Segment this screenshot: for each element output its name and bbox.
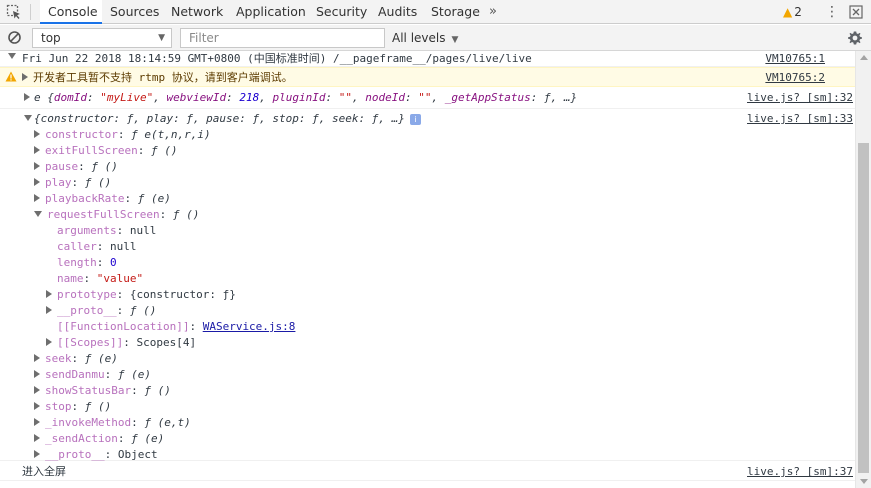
warning-text: 开发者工具暂不支持 rtmp 协议，请到客户端调试。 bbox=[33, 71, 293, 84]
fs-name: name: "value" bbox=[57, 272, 144, 285]
expand-triangle-icon bbox=[34, 162, 40, 170]
expand-triangle-icon bbox=[34, 370, 40, 378]
log-levels-value: All levels bbox=[392, 31, 446, 45]
fs-length: length: 0 bbox=[57, 256, 117, 269]
fs-arguments: arguments: null bbox=[57, 224, 157, 237]
console-toolbar: top ▼ All levels ▼ bbox=[0, 25, 871, 51]
inspect-element-icon[interactable] bbox=[6, 4, 22, 20]
source-link[interactable]: VM10765:1 bbox=[765, 51, 825, 67]
warning-counter[interactable]: ▲ 2 bbox=[783, 0, 802, 24]
console-scrollbar[interactable] bbox=[855, 51, 871, 488]
clear-console-icon[interactable] bbox=[7, 30, 22, 45]
prop-exit-full-screen[interactable]: exitFullScreen: ƒ () bbox=[34, 143, 177, 159]
scroll-thumb[interactable] bbox=[858, 143, 869, 473]
prop-constructor[interactable]: constructor: ƒ e(t,n,r,i) bbox=[34, 127, 211, 143]
source-link[interactable]: VM10765:2 bbox=[765, 70, 825, 86]
console-messages: Fri Jun 22 2018 18:14:59 GMT+0800 (中国标准时… bbox=[0, 51, 855, 488]
prop-proto[interactable]: __proto__: Object bbox=[34, 447, 158, 463]
log-row-warning: 开发者工具暂不支持 rtmp 协议，请到客户端调试。 VM10765:2 bbox=[0, 67, 855, 87]
log-row-timestamp: Fri Jun 22 2018 18:14:59 GMT+0800 (中国标准时… bbox=[0, 51, 855, 67]
expand-triangle-icon bbox=[46, 338, 52, 346]
tab-network[interactable]: Network bbox=[171, 0, 223, 24]
tab-security[interactable]: Security bbox=[316, 0, 367, 24]
log-text: Fri Jun 22 2018 18:14:59 GMT+0800 (中国标准时… bbox=[22, 52, 532, 65]
prop-request-full-screen[interactable]: requestFullScreen: ƒ () bbox=[34, 207, 199, 223]
expand-triangle-icon bbox=[34, 402, 40, 410]
log-text: 进入全屏 bbox=[22, 465, 66, 478]
source-link[interactable]: live.js? [sm]:33 bbox=[747, 111, 853, 127]
expand-triangle-icon bbox=[46, 290, 52, 298]
expand-triangle-icon bbox=[34, 146, 40, 154]
tab-audits[interactable]: Audits bbox=[378, 0, 417, 24]
log-row-fullscreen: 进入全屏 live.js? [sm]:37 bbox=[0, 463, 855, 481]
prop-seek[interactable]: seek: ƒ (e) bbox=[34, 351, 118, 367]
fs-prototype[interactable]: prototype: {constructor: ƒ} bbox=[46, 287, 236, 303]
kebab-menu-icon[interactable]: ⋮ bbox=[825, 3, 839, 21]
expand-triangle-icon bbox=[34, 450, 40, 458]
log-levels-select[interactable]: All levels ▼ bbox=[392, 28, 458, 48]
gear-icon[interactable] bbox=[847, 30, 863, 46]
close-icon[interactable] bbox=[849, 5, 863, 19]
tab-sources[interactable]: Sources bbox=[110, 0, 159, 24]
toolbar-divider bbox=[30, 4, 32, 20]
tab-console[interactable]: Console bbox=[40, 0, 102, 24]
object-summary[interactable]: {constructor: ƒ, play: ƒ, pause: ƒ, stop… bbox=[34, 111, 421, 127]
collapse-triangle-icon[interactable] bbox=[8, 53, 16, 59]
expand-triangle-icon bbox=[34, 434, 40, 442]
expand-triangle-icon bbox=[46, 306, 52, 314]
context-select[interactable]: top ▼ bbox=[32, 28, 172, 48]
chevron-down-icon: ▼ bbox=[158, 33, 165, 43]
expand-triangle-icon bbox=[34, 194, 40, 202]
warning-count: 2 bbox=[794, 5, 802, 19]
collapse-triangle-icon[interactable] bbox=[24, 115, 32, 121]
expand-triangle-icon bbox=[34, 418, 40, 426]
fs-function-location: [[FunctionLocation]]: WAService.js:8 bbox=[57, 320, 296, 333]
expand-triangle-icon bbox=[34, 386, 40, 394]
source-link[interactable]: live.js? [sm]:32 bbox=[747, 90, 853, 106]
scroll-down-arrow-icon[interactable] bbox=[860, 479, 868, 484]
expand-triangle-icon bbox=[34, 354, 40, 362]
prop-show-status-bar[interactable]: showStatusBar: ƒ () bbox=[34, 383, 171, 399]
prop-play[interactable]: play: ƒ () bbox=[34, 175, 111, 191]
prop-send-action[interactable]: _sendAction: ƒ (e) bbox=[34, 431, 164, 447]
chevron-down-icon: ▼ bbox=[451, 35, 459, 45]
expand-triangle-icon bbox=[34, 130, 40, 138]
fs-caller: caller: null bbox=[57, 240, 137, 253]
prop-stop[interactable]: stop: ƒ () bbox=[34, 399, 111, 415]
warning-icon bbox=[5, 71, 17, 82]
warning-icon: ▲ bbox=[783, 5, 793, 19]
tab-storage[interactable]: Storage bbox=[431, 0, 480, 24]
prop-send-danmu[interactable]: sendDanmu: ƒ (e) bbox=[34, 367, 151, 383]
prop-pause[interactable]: pause: ƒ () bbox=[34, 159, 118, 175]
fs-proto[interactable]: __proto__: ƒ () bbox=[46, 303, 156, 319]
log-row-event-object: e {domId: "myLive", webviewId: 218, plug… bbox=[0, 89, 855, 109]
expand-triangle-icon[interactable] bbox=[22, 73, 28, 81]
devtools-tab-bar: Console Sources Network Application Secu… bbox=[0, 0, 871, 24]
log-row-expanded-object: {constructor: ƒ, play: ƒ, pause: ƒ, stop… bbox=[0, 109, 855, 461]
tab-application[interactable]: Application bbox=[236, 0, 306, 24]
expand-triangle-icon bbox=[34, 178, 40, 186]
scroll-up-arrow-icon[interactable] bbox=[860, 55, 868, 60]
more-tabs-button[interactable]: » bbox=[489, 0, 497, 24]
collapse-triangle-icon bbox=[34, 211, 42, 217]
source-link[interactable]: live.js? [sm]:37 bbox=[747, 464, 853, 480]
function-location-link[interactable]: WAService.js:8 bbox=[203, 320, 296, 333]
fs-scopes[interactable]: [[Scopes]]: Scopes[4] bbox=[46, 335, 196, 351]
context-select-value: top bbox=[41, 31, 61, 45]
object-preview[interactable]: e {domId: "myLive", webviewId: 218, plug… bbox=[34, 90, 577, 106]
expand-triangle-icon[interactable] bbox=[24, 93, 30, 101]
prop-playback-rate[interactable]: playbackRate: ƒ (e) bbox=[34, 191, 171, 207]
filter-input[interactable] bbox=[180, 28, 385, 48]
info-icon[interactable]: i bbox=[409, 114, 421, 125]
prop-invoke-method[interactable]: _invokeMethod: ƒ (e,t) bbox=[34, 415, 191, 431]
